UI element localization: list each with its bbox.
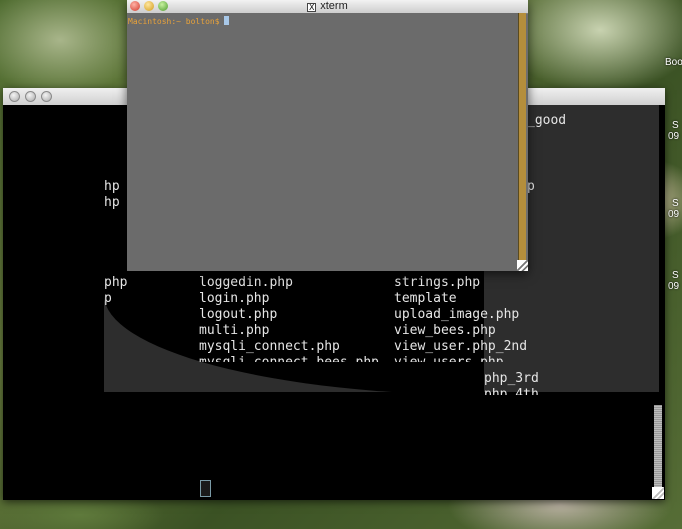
desktop-icon-label[interactable]: Boo — [665, 57, 682, 68]
zoom-button[interactable] — [41, 91, 52, 102]
file-entry: login.php — [199, 291, 270, 306]
file-entry: upload_image.php — [394, 307, 520, 322]
file-entry: p — [527, 179, 535, 194]
file-entry: mysqli_connect.php — [199, 339, 340, 354]
file-entry: multi.php — [199, 323, 270, 338]
minimize-button[interactable] — [25, 91, 36, 102]
close-button[interactable] — [9, 91, 20, 102]
desktop-icon-label[interactable]: S — [672, 198, 679, 209]
resize-grip-icon[interactable] — [517, 260, 528, 271]
window-titlebar[interactable]: Xxterm — [127, 0, 528, 14]
file-entry: view_user.php_2nd — [394, 339, 528, 354]
file-entry: strings.php — [394, 275, 481, 290]
vertical-scrollbar[interactable] — [654, 405, 662, 497]
desktop-icon-label[interactable]: S — [672, 270, 679, 281]
file-entry: logout.php — [199, 307, 278, 322]
file-entry: hp — [104, 179, 120, 194]
window-title-text: xterm — [320, 0, 348, 12]
file-entry: php_4th — [484, 387, 539, 402]
shell-prompt: Macintosh:~ bolton$ — [128, 16, 230, 26]
terminal-cursor — [200, 480, 211, 497]
desktop-icon-label[interactable]: 09 — [668, 281, 679, 292]
file-entry: php_3rd — [484, 371, 539, 386]
file-entry: template — [394, 291, 457, 306]
file-entry: hp — [104, 195, 120, 210]
xterm-screen[interactable]: Macintosh:~ bolton$ — [127, 13, 519, 271]
vertical-scrollbar[interactable] — [518, 13, 526, 271]
window-title: Xxterm — [127, 0, 528, 13]
text-cursor — [224, 16, 230, 25]
file-entry: _good — [527, 113, 567, 128]
file-entry: loggedin.php — [199, 275, 293, 290]
desktop-icon-label[interactable]: S — [672, 120, 679, 131]
prompt-text: Macintosh:~ bolton$ — [128, 17, 225, 26]
resize-grip-icon[interactable] — [652, 487, 664, 499]
desktop-icon-label[interactable]: 09 — [668, 209, 679, 220]
xterm-window[interactable]: Xxterm Macintosh:~ bolton$ — [127, 0, 528, 271]
file-entry: p — [104, 291, 112, 306]
x11-icon: X — [307, 3, 317, 12]
desktop-icon-label[interactable]: 09 — [668, 131, 679, 142]
file-entry: view_bees.php — [394, 323, 496, 338]
file-entry: php — [104, 275, 128, 290]
